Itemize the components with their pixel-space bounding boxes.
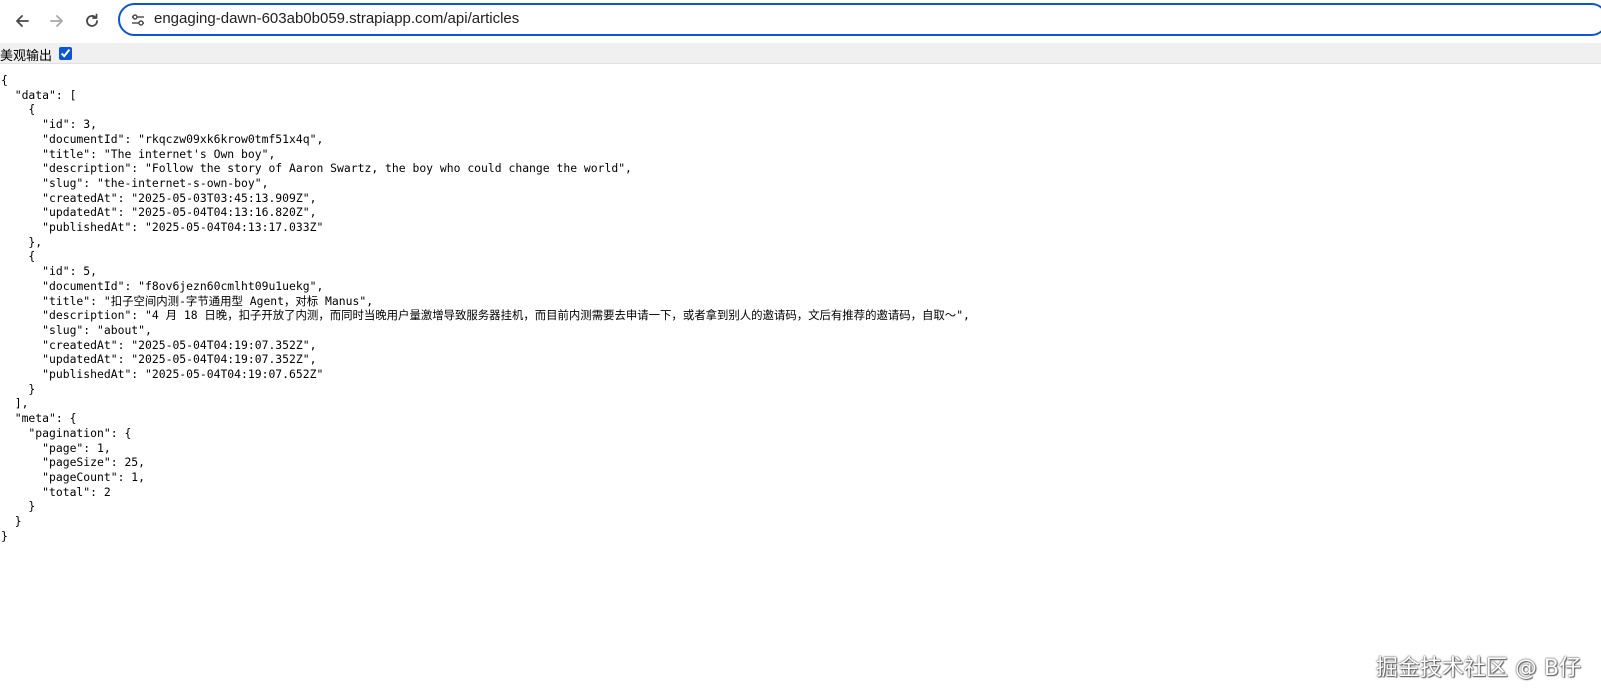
json-content: { "data": [ { "id": 3, "documentId": "rk… (1, 73, 970, 543)
pretty-print-bar: 美观输出 (0, 43, 1601, 64)
pretty-print-checkbox[interactable] (59, 47, 72, 60)
back-arrow-icon[interactable] (9, 8, 35, 34)
forward-arrow-icon-svg (50, 15, 63, 27)
browser-toolbar: engaging-dawn-603ab0b059.strapiapp.com/a… (0, 0, 1601, 43)
site-info-tune-icon[interactable] (130, 12, 146, 28)
watermark: 掘金技术社区 @ B仔 (1375, 656, 1581, 681)
back-arrow-icon-svg (16, 15, 29, 27)
pretty-print-label: 美观输出 (0, 49, 53, 64)
url-text[interactable]: engaging-dawn-603ab0b059.strapiapp.com/a… (154, 10, 519, 27)
forward-arrow-icon[interactable] (44, 8, 70, 34)
address-bar[interactable]: engaging-dawn-603ab0b059.strapiapp.com/a… (118, 3, 1601, 36)
reload-icon-svg (86, 13, 98, 27)
reload-icon[interactable] (79, 8, 105, 34)
